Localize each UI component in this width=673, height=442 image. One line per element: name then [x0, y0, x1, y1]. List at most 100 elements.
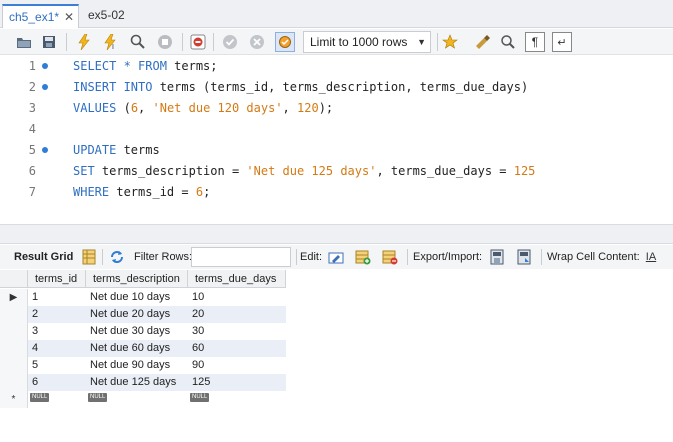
- autocommit-toggle-icon[interactable]: [275, 32, 295, 52]
- column-header-terms-due-days[interactable]: terms_due_days: [188, 270, 286, 288]
- code-line[interactable]: 5 UPDATE terms: [0, 140, 673, 161]
- table-cell[interactable]: 6: [28, 374, 86, 391]
- sql-text: terms_description =: [94, 164, 247, 178]
- filter-rows-input[interactable]: [191, 247, 291, 267]
- toolbar-divider: [296, 249, 297, 265]
- svg-text:I: I: [112, 44, 114, 50]
- close-icon[interactable]: ✕: [64, 6, 74, 28]
- table-row[interactable]: 2 Net due 20 days 20: [0, 306, 286, 323]
- row-header[interactable]: [0, 340, 28, 357]
- code-line[interactable]: 3 VALUES (6, 'Net due 120 days', 120);: [0, 98, 673, 119]
- table-cell[interactable]: 90: [188, 357, 286, 374]
- result-grid[interactable]: terms_id terms_description terms_due_day…: [0, 270, 673, 442]
- table-cell[interactable]: 10: [188, 289, 286, 306]
- table-row[interactable]: 5 Net due 90 days 90: [0, 357, 286, 374]
- sql-text: (: [116, 101, 131, 115]
- code-text: VALUES (6, 'Net due 120 days', 120);: [73, 98, 333, 119]
- table-row[interactable]: 3 Net due 30 days 30: [0, 323, 286, 340]
- table-cell[interactable]: Net due 90 days: [86, 357, 188, 374]
- row-header[interactable]: ▶: [0, 289, 28, 306]
- table-cell[interactable]: 4: [28, 340, 86, 357]
- commit-icon[interactable]: [220, 32, 240, 52]
- table-cell[interactable]: 60: [188, 340, 286, 357]
- table-cell[interactable]: 125: [188, 374, 286, 391]
- row-header[interactable]: [0, 357, 28, 374]
- table-cell[interactable]: 3: [28, 323, 86, 340]
- grid-view-icon[interactable]: [80, 248, 98, 266]
- wrap-cell-icon[interactable]: IA: [642, 248, 660, 266]
- toolbar-divider: [66, 33, 67, 51]
- edit-row-icon[interactable]: [327, 248, 345, 266]
- sql-text: terms (terms_id, terms_description, term…: [152, 80, 529, 94]
- table-cell[interactable]: Net due 30 days: [86, 323, 188, 340]
- new-row[interactable]: * NULL NULL NULL: [0, 391, 286, 408]
- table-row[interactable]: 6 Net due 125 days 125: [0, 374, 286, 391]
- panel-splitter[interactable]: [0, 224, 673, 244]
- export-icon[interactable]: [489, 248, 507, 266]
- open-folder-icon[interactable]: [14, 32, 34, 52]
- code-line[interactable]: 6 SET terms_description = 'Net due 125 da…: [0, 161, 673, 182]
- limit-rows-value: Limit to 1000 rows: [310, 35, 408, 49]
- sql-text: ;: [203, 185, 211, 199]
- table-cell[interactable]: 20: [188, 306, 286, 323]
- import-icon[interactable]: [516, 248, 534, 266]
- rollback-icon[interactable]: [247, 32, 267, 52]
- statement-marker-icon: [42, 147, 48, 153]
- result-grid-tab[interactable]: Result Grid: [14, 245, 73, 269]
- limit-rows-select[interactable]: Limit to 1000 rows ▼: [303, 31, 431, 53]
- refresh-icon[interactable]: [108, 248, 126, 266]
- delete-row-icon[interactable]: [381, 248, 399, 266]
- toggle-error-icon[interactable]: [188, 32, 208, 52]
- line-number: 1: [28, 59, 36, 73]
- find-icon[interactable]: [498, 32, 518, 52]
- code-text: INSERT INTO terms (terms_id, terms_descr…: [73, 77, 528, 98]
- code-line[interactable]: 1 SELECT * FROM terms;: [0, 56, 673, 77]
- sql-keyword: SELECT * FROM: [73, 59, 167, 73]
- row-header[interactable]: [0, 306, 28, 323]
- column-header-terms-description[interactable]: terms_description: [86, 270, 188, 288]
- execute-icon[interactable]: [74, 32, 94, 52]
- row-header[interactable]: [0, 374, 28, 391]
- table-cell[interactable]: Net due 60 days: [86, 340, 188, 357]
- execute-current-icon[interactable]: I: [101, 32, 121, 52]
- column-header-terms-id[interactable]: terms_id: [28, 270, 86, 288]
- row-header[interactable]: [0, 323, 28, 340]
- word-wrap-icon[interactable]: ↵: [552, 32, 572, 52]
- table-cell[interactable]: Net due 20 days: [86, 306, 188, 323]
- save-icon[interactable]: [39, 32, 59, 52]
- code-line[interactable]: 7 WHERE terms_id = 6;: [0, 182, 673, 203]
- explain-icon[interactable]: [128, 32, 148, 52]
- tab-ch5-ex1[interactable]: ch5_ex1* ✕: [2, 4, 79, 28]
- null-badge: NULL: [88, 393, 108, 402]
- toolbar-divider: [102, 249, 103, 265]
- code-text: SET terms_description = 'Net due 125 day…: [73, 161, 535, 182]
- add-row-icon[interactable]: [354, 248, 372, 266]
- table-cell[interactable]: 1: [28, 289, 86, 306]
- brush-icon[interactable]: [472, 32, 492, 52]
- table-row[interactable]: 4 Net due 60 days 60: [0, 340, 286, 357]
- sql-editor[interactable]: 1 SELECT * FROM terms; 2 INSERT INTO terms …: [0, 56, 673, 224]
- table-cell[interactable]: Net due 10 days: [86, 289, 188, 306]
- code-text: SELECT * FROM terms;: [73, 56, 218, 77]
- tab-label: ch5_ex1*: [9, 10, 60, 24]
- beautify-star-icon[interactable]: [440, 32, 460, 52]
- tab-ex5-02[interactable]: ex5-02: [82, 4, 152, 28]
- table-row[interactable]: ▶ 1 Net due 10 days 10: [0, 289, 286, 306]
- toolbar-divider: [213, 33, 214, 51]
- sql-string: 'Net due 125 days': [246, 164, 377, 178]
- table-cell[interactable]: 2: [28, 306, 86, 323]
- stop-icon[interactable]: [155, 32, 175, 52]
- table-cell[interactable]: 30: [188, 323, 286, 340]
- sql-keyword: INSERT INTO: [73, 80, 153, 94]
- line-number: 6: [28, 164, 36, 178]
- code-line[interactable]: 2 INSERT INTO terms (terms_id, terms_desc…: [0, 77, 673, 98]
- sql-number: 6: [195, 185, 204, 199]
- null-badge: NULL: [190, 393, 210, 402]
- table-cell[interactable]: 5: [28, 357, 86, 374]
- tab-label: ex5-02: [88, 8, 125, 22]
- code-line[interactable]: 4: [0, 119, 673, 140]
- row-header-corner: [0, 270, 28, 288]
- table-cell[interactable]: Net due 125 days: [86, 374, 188, 391]
- invisible-chars-icon[interactable]: ¶: [525, 32, 545, 52]
- sql-text: terms: [116, 143, 160, 157]
